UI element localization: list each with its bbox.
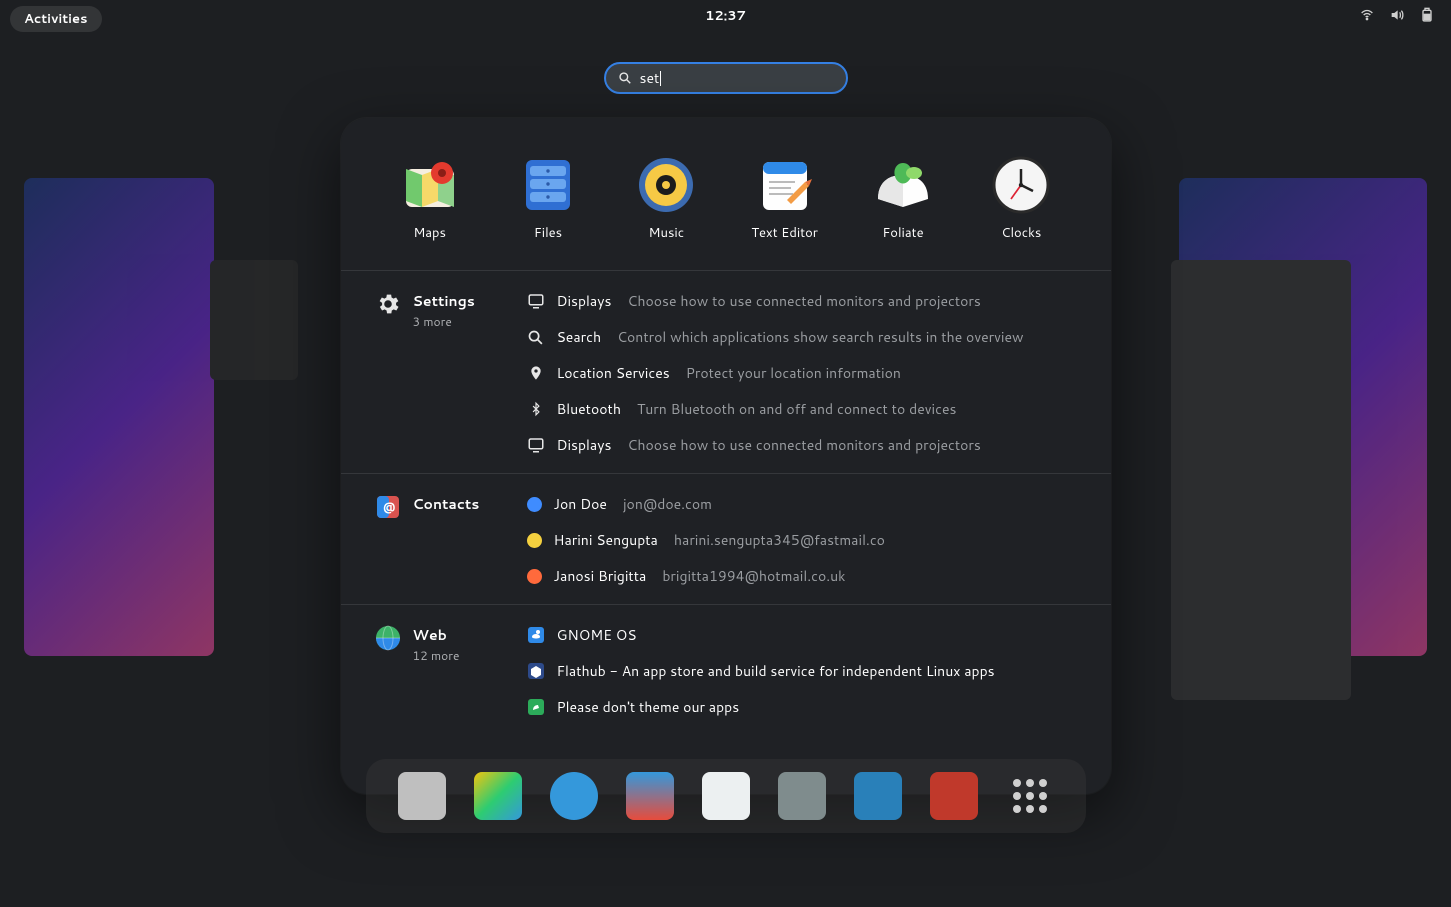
row-desc: Choose how to use connected monitors and… (627, 435, 980, 455)
favicon-flathub-icon (527, 662, 545, 680)
row-desc: brigitta1994@hotmail.co.uk (662, 566, 845, 586)
app-label: Music (649, 224, 685, 242)
section-settings: Settings 3 more Displays Choose how to u… (341, 271, 1111, 474)
dock[interactable] (366, 759, 1086, 833)
contact-row-brigitta[interactable]: Janosi Brigitta brigitta1994@hotmail.co.… (527, 566, 1081, 586)
row-title: Jon Doe (554, 494, 607, 514)
contact-row-jon-doe[interactable]: Jon Doe jon@doe.com (527, 494, 1081, 514)
background-window-right[interactable] (1179, 178, 1427, 656)
background-window-left[interactable] (24, 178, 214, 656)
favicon-gnome-icon (527, 626, 545, 644)
row-title: Location Services (557, 363, 670, 383)
search-results-panel: Maps Files Music Text Editor Foliate (341, 118, 1111, 794)
settings-row-location[interactable]: Location Services Protect your location … (527, 363, 1081, 383)
foliate-icon (872, 154, 934, 216)
web-row-gnome-os[interactable]: GNOME OS (527, 625, 1081, 645)
favicon-theme-icon (527, 698, 545, 716)
contact-row-harini[interactable]: Harini Sengupta harini.sengupta345@fastm… (527, 530, 1081, 550)
dock-app-icon[interactable] (474, 772, 522, 820)
text-editor-icon (754, 154, 816, 216)
dock-app-icon[interactable] (854, 772, 902, 820)
search-icon (527, 328, 545, 346)
dock-app-icon[interactable] (778, 772, 826, 820)
section-web: Web 12 more GNOME OS Flathub - An app st… (341, 605, 1111, 735)
dock-app-icon[interactable] (398, 772, 446, 820)
row-desc: harini.sengupta345@fastmail.co (674, 530, 885, 550)
row-desc: Control which applications show search r… (617, 327, 1023, 347)
top-bar: Activities 12:37 (0, 0, 1451, 32)
provider-name: Settings (413, 291, 475, 311)
row-title: GNOME OS (557, 625, 637, 645)
app-label: Clocks (1001, 224, 1041, 242)
web-row-flathub[interactable]: Flathub - An app store and build service… (527, 661, 1081, 681)
monitor-icon (527, 292, 545, 310)
monitor-icon (527, 436, 545, 454)
clock[interactable]: 12:37 (705, 7, 746, 25)
search-field[interactable]: set (604, 62, 848, 94)
search-icon (618, 71, 632, 85)
bluetooth-icon (527, 400, 545, 418)
dock-show-apps-icon[interactable] (1006, 772, 1054, 820)
app-label: Maps (413, 224, 446, 242)
app-label: Files (534, 224, 562, 242)
contact-avatar-dot (527, 533, 542, 548)
app-result-clocks[interactable]: Clocks (969, 154, 1073, 242)
row-desc: Protect your location information (686, 363, 901, 383)
location-pin-icon (527, 364, 545, 382)
battery-icon (1419, 7, 1435, 23)
contacts-app-icon: @ (375, 494, 401, 520)
row-title: Bluetooth (557, 399, 621, 419)
row-title: Displays (557, 291, 612, 311)
settings-gear-icon (375, 291, 401, 317)
row-title: Search (557, 327, 602, 347)
app-result-music[interactable]: Music (614, 154, 718, 242)
files-icon (517, 154, 579, 216)
app-result-foliate[interactable]: Foliate (851, 154, 955, 242)
app-result-text-editor[interactable]: Text Editor (733, 154, 837, 242)
text-caret (660, 71, 661, 86)
row-title: Janosi Brigitta (554, 566, 647, 586)
row-title: Please don't theme our apps (557, 697, 740, 717)
provider-more: 3 more (413, 313, 475, 330)
web-row-theme[interactable]: Please don't theme our apps (527, 697, 1081, 717)
contact-avatar-dot (527, 497, 542, 512)
system-status-area[interactable] (1359, 7, 1435, 23)
provider-contacts[interactable]: @ Contacts (375, 494, 503, 586)
row-title: Displays (557, 435, 612, 455)
settings-row-displays-2[interactable]: Displays Choose how to use connected mon… (527, 435, 1081, 455)
music-icon (635, 154, 697, 216)
dock-app-icon[interactable] (930, 772, 978, 820)
clocks-icon (990, 154, 1052, 216)
provider-web[interactable]: Web 12 more (375, 625, 503, 717)
provider-more: 12 more (413, 647, 460, 664)
dock-app-icon[interactable] (702, 772, 750, 820)
app-label: Foliate (882, 224, 923, 242)
contact-avatar-dot (527, 569, 542, 584)
settings-row-displays[interactable]: Displays Choose how to use connected mon… (527, 291, 1081, 311)
app-results-row: Maps Files Music Text Editor Foliate (341, 118, 1111, 271)
app-label: Text Editor (751, 224, 818, 242)
row-desc: Choose how to use connected monitors and… (627, 291, 980, 311)
dock-app-icon[interactable] (550, 772, 598, 820)
activities-button[interactable]: Activities (10, 6, 102, 32)
row-desc: Turn Bluetooth on and off and connect to… (637, 399, 956, 419)
row-title: Harini Sengupta (554, 530, 658, 550)
settings-row-search[interactable]: Search Control which applications show s… (527, 327, 1081, 347)
row-desc: jon@doe.com (623, 494, 712, 514)
dock-app-icon[interactable] (626, 772, 674, 820)
row-title: Flathub - An app store and build service… (557, 661, 995, 681)
settings-row-bluetooth[interactable]: Bluetooth Turn Bluetooth on and off and … (527, 399, 1081, 419)
search-query-text: set (640, 68, 660, 88)
web-globe-icon (375, 625, 401, 651)
provider-name: Web (413, 625, 460, 645)
wifi-icon (1359, 7, 1375, 23)
maps-icon (399, 154, 461, 216)
provider-name: Contacts (413, 494, 480, 514)
volume-icon (1389, 7, 1405, 23)
app-result-maps[interactable]: Maps (378, 154, 482, 242)
section-contacts: @ Contacts Jon Doe jon@doe.com Harini Se… (341, 474, 1111, 605)
svg-text:@: @ (383, 498, 395, 515)
provider-settings[interactable]: Settings 3 more (375, 291, 503, 455)
app-result-files[interactable]: Files (496, 154, 600, 242)
